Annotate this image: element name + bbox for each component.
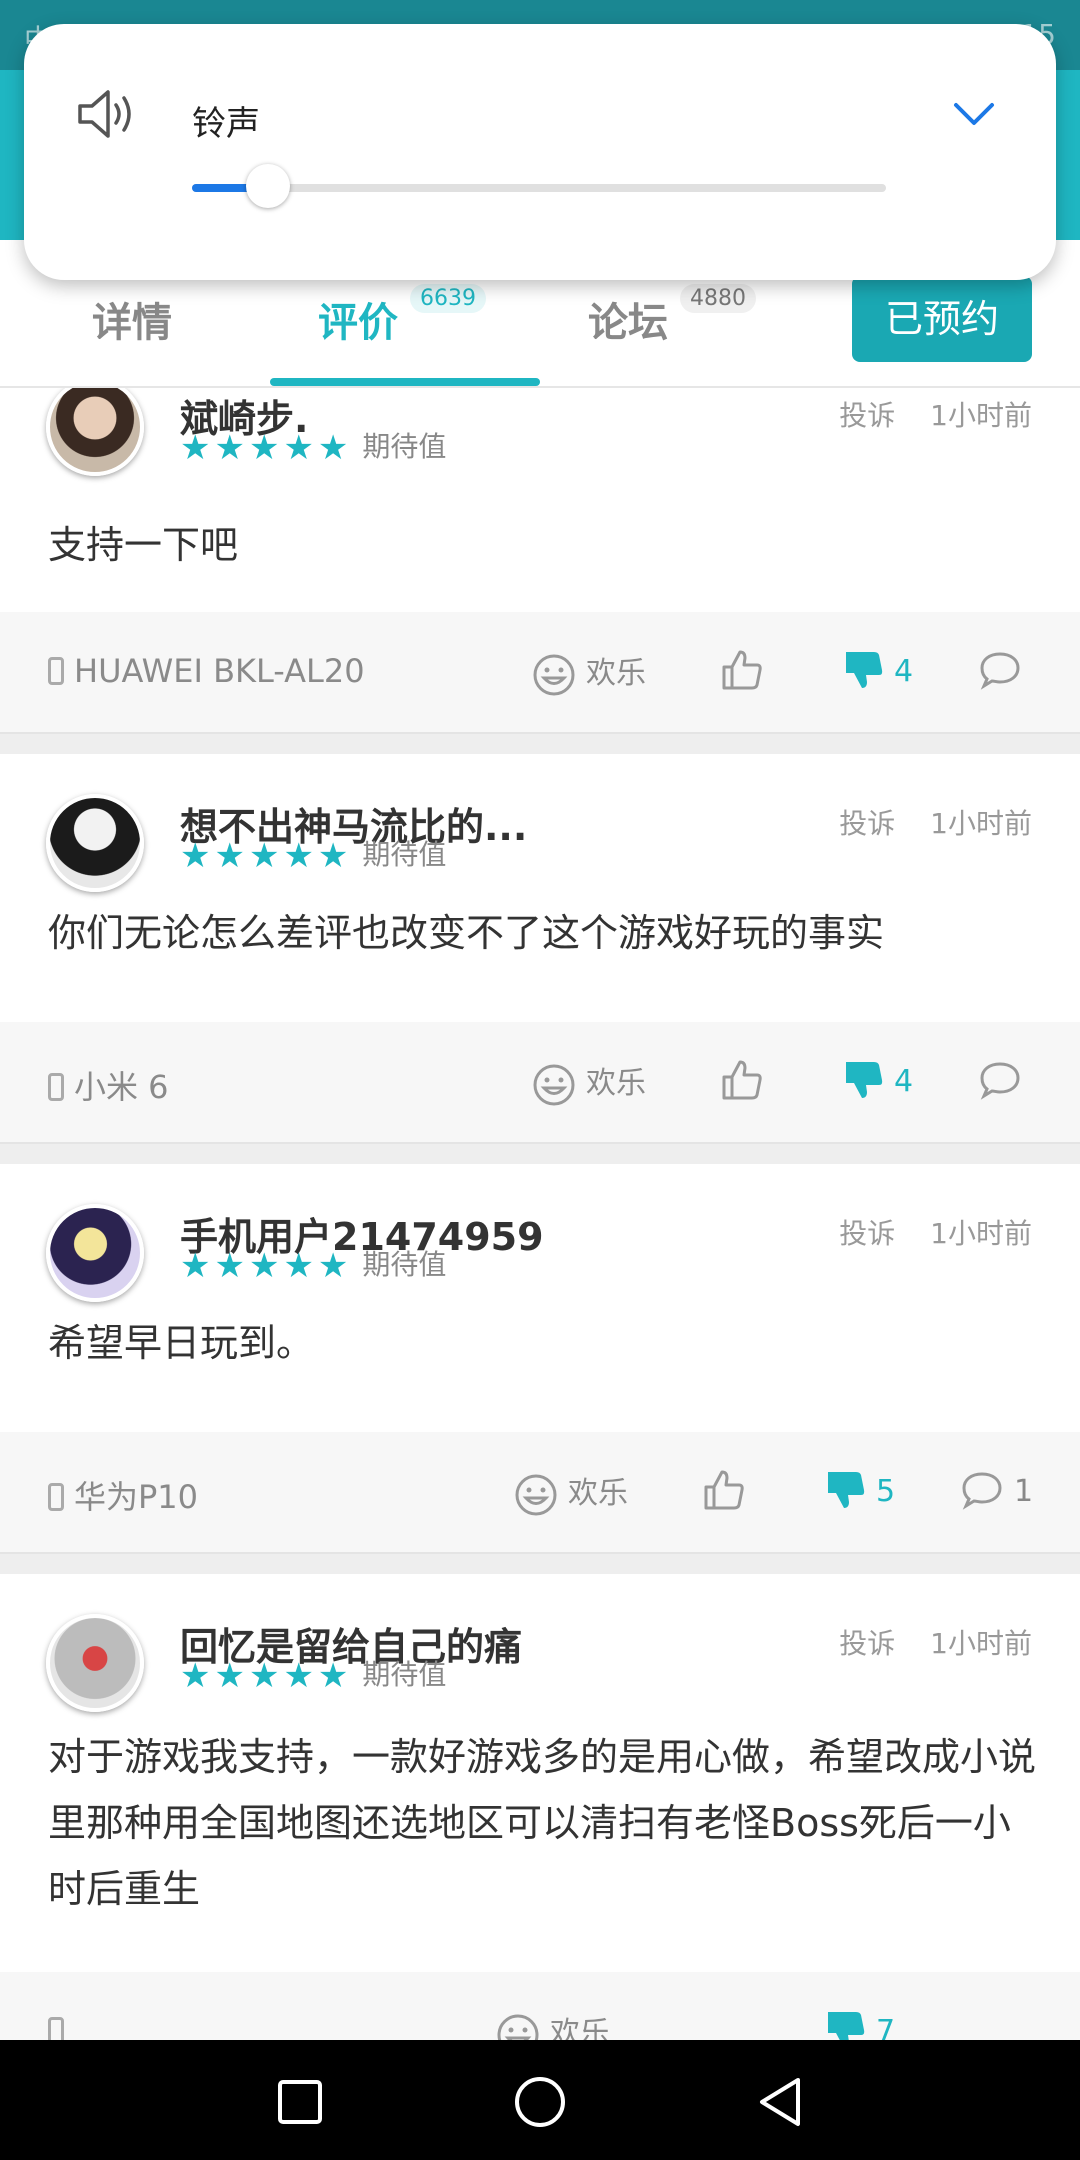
tab-forum-count: 4880 (680, 284, 756, 313)
emoji-reaction-button[interactable]: 欢乐 (496, 2008, 610, 2040)
emoji-reaction-button[interactable]: 欢乐 (532, 648, 646, 697)
active-tab-indicator (270, 378, 540, 386)
emoji-reaction-button[interactable]: 欢乐 (514, 1468, 628, 1517)
thumbs-up-icon[interactable] (720, 648, 764, 692)
rating-label: 期待值 (362, 1248, 447, 1281)
rating-stars: ★★★★★ 期待值 (180, 1246, 447, 1286)
review-meta: 投诉 1小时前 (839, 802, 1032, 842)
emoji-label: 欢乐 (586, 1066, 646, 1101)
review-footer: 小米 6 欢乐 4 (0, 1022, 1080, 1144)
emoji-label: 欢乐 (550, 2016, 610, 2040)
chevron-down-icon[interactable] (952, 100, 996, 128)
tab-reviews[interactable]: 评价 6639 (318, 284, 486, 348)
dislike-count: 4 (894, 654, 914, 689)
review-card: 手机用户21474959 投诉 1小时前 ★★★★★ 期待值 希望早日玩到。 华为… (0, 1164, 1080, 1554)
review-time: 1小时前 (930, 807, 1032, 840)
comment-icon[interactable] (960, 1468, 1004, 1512)
review-content: 你们无论怎么差评也改变不了这个游戏好玩的事实 (48, 911, 885, 955)
report-link[interactable]: 投诉 (839, 1627, 895, 1660)
tab-reviews-count: 6639 (410, 284, 486, 313)
device-info: 小米 6 (48, 1062, 169, 1108)
review-content: 希望早日玩到。 (48, 1321, 315, 1365)
thumbs-down-icon[interactable] (842, 648, 886, 692)
rating-label: 期待值 (362, 838, 447, 871)
tab-reviews-label: 评价 (318, 300, 398, 346)
device-info: 华为P10 (48, 1472, 198, 1518)
thumbs-up-icon[interactable] (720, 1058, 764, 1102)
thumbs-down-icon[interactable] (824, 1468, 868, 1512)
device-info: HUAWEI BKL-AL20 (48, 652, 365, 690)
dislike-count: 5 (876, 1474, 896, 1509)
tab-forum[interactable]: 论坛 4880 (588, 284, 756, 348)
review-card: 想不出神马流比的... 投诉 1小时前 ★★★★★ 期待值 你们无论怎么差评也改变… (0, 754, 1080, 1144)
review-content: 支持一下吧 (48, 523, 239, 567)
user-avatar[interactable] (46, 388, 144, 476)
review-list[interactable]: 斌崎步. 投诉 1小时前 ★★★★★ 期待值 支持一下吧 HUAWEI BKL-A… (0, 388, 1080, 2040)
review-footer: 华为P10 欢乐 5 1 (0, 1432, 1080, 1554)
rating-stars: ★★★★★ 期待值 (180, 836, 447, 876)
back-icon[interactable] (754, 2074, 806, 2130)
report-link[interactable]: 投诉 (839, 807, 895, 840)
phone-icon (48, 1483, 64, 1511)
review-meta: 投诉 1小时前 (839, 1212, 1032, 1252)
review-meta: 投诉 1小时前 (839, 1622, 1032, 1662)
emoji-label: 欢乐 (568, 1476, 628, 1511)
smiley-icon (533, 654, 575, 695)
smiley-icon (533, 1064, 575, 1105)
comment-count: 1 (1014, 1474, 1034, 1509)
tab-details[interactable]: 详情 (92, 290, 172, 348)
smiley-icon (497, 2014, 539, 2040)
review-time: 1小时前 (930, 1217, 1032, 1250)
review-card: 回忆是留给自己的痛 投诉 1小时前 ★★★★★ 期待值 对于游戏我支持，一款好游戏… (0, 1574, 1080, 2040)
system-nav-bar (0, 2040, 1080, 2160)
review-time: 1小时前 (930, 399, 1032, 432)
phone-icon (48, 2017, 64, 2040)
speaker-icon[interactable] (76, 86, 140, 142)
device-name: HUAWEI BKL-AL20 (74, 652, 365, 690)
tab-details-label: 详情 (92, 300, 172, 346)
comment-icon[interactable] (978, 648, 1022, 692)
volume-slider[interactable] (192, 164, 886, 208)
review-footer: 欢乐 7 (0, 1972, 1080, 2040)
phone-icon (48, 1073, 64, 1101)
device-name: 小米 6 (74, 1068, 169, 1106)
rating-label: 期待值 (362, 1658, 447, 1691)
dislike-count: 7 (876, 2014, 896, 2040)
emoji-reaction-button[interactable]: 欢乐 (532, 1058, 646, 1107)
review-time: 1小时前 (930, 1627, 1032, 1660)
thumbs-down-icon[interactable] (842, 1058, 886, 1102)
review-footer: HUAWEI BKL-AL20 欢乐 4 (0, 612, 1080, 734)
report-link[interactable]: 投诉 (839, 399, 895, 432)
recents-icon[interactable] (276, 2078, 324, 2126)
thumbs-up-icon[interactable] (702, 1468, 746, 1512)
device-info (48, 2012, 74, 2040)
comment-icon[interactable] (978, 1058, 1022, 1102)
rating-stars: ★★★★★ 期待值 (180, 1656, 447, 1696)
emoji-label: 欢乐 (586, 656, 646, 691)
report-link[interactable]: 投诉 (839, 1217, 895, 1250)
review-meta: 投诉 1小时前 (839, 394, 1032, 434)
volume-slider-thumb[interactable] (246, 164, 291, 208)
reserved-button[interactable]: 已预约 (852, 276, 1032, 362)
device-name: 华为P10 (74, 1478, 199, 1516)
volume-stream-label: 铃声 (192, 104, 260, 144)
phone-icon (48, 657, 64, 685)
smiley-icon (515, 1474, 557, 1515)
home-icon[interactable] (512, 2074, 568, 2130)
user-avatar[interactable] (46, 1614, 144, 1712)
rating-label: 期待值 (362, 430, 447, 463)
tab-forum-label: 论坛 (588, 300, 668, 346)
dislike-count: 4 (894, 1064, 914, 1099)
review-card: 斌崎步. 投诉 1小时前 ★★★★★ 期待值 支持一下吧 HUAWEI BKL-A… (0, 388, 1080, 734)
rating-stars: ★★★★★ 期待值 (180, 428, 447, 468)
volume-panel: 铃声 (24, 24, 1056, 280)
thumbs-down-icon[interactable] (824, 2008, 868, 2040)
user-avatar[interactable] (46, 1204, 144, 1302)
review-content: 对于游戏我支持，一款好游戏多的是用心做，希望改成小说里那种用全国地图还选地区可以… (48, 1735, 1037, 1911)
user-avatar[interactable] (46, 794, 144, 892)
